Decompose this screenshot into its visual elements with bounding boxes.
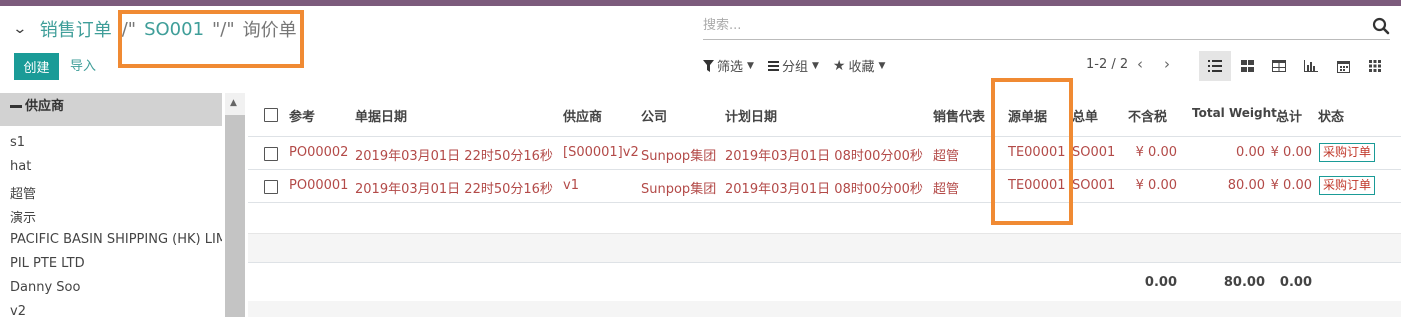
pager-next-button[interactable]: › bbox=[1164, 55, 1170, 73]
caret-down-icon: ▼ bbox=[747, 60, 754, 71]
sidebar-item[interactable]: 超管 bbox=[10, 183, 222, 202]
row-checkbox[interactable] bbox=[264, 180, 278, 194]
column-header[interactable]: 计划日期 bbox=[725, 106, 777, 125]
column-header[interactable]: Total Weight bbox=[1192, 106, 1277, 120]
favorites-menu[interactable]: ★ 收藏 ▼ bbox=[832, 56, 886, 76]
empty-row bbox=[248, 202, 1401, 233]
table-bottom bbox=[248, 301, 1401, 317]
column-header[interactable]: 状态 bbox=[1318, 106, 1344, 125]
select-all-checkbox[interactable] bbox=[264, 108, 278, 122]
cell-planned-date: 2019年03月01日 08时00分00秒 bbox=[725, 182, 923, 197]
cell-total: ¥ 0.00 bbox=[1270, 145, 1312, 160]
filter-icon bbox=[703, 59, 714, 72]
cell-ref: PO00001 bbox=[289, 178, 349, 193]
column-header[interactable]: 单据日期 bbox=[355, 106, 407, 125]
favorites-label: 收藏 bbox=[848, 60, 875, 75]
list-view-icon[interactable] bbox=[1199, 51, 1231, 81]
pager-previous-button[interactable]: ‹ bbox=[1137, 55, 1143, 73]
status-badge: 采购订单 bbox=[1319, 176, 1376, 195]
cell-company: Sunpop集团 bbox=[641, 149, 717, 164]
cell-vendor: [S00001]v2 bbox=[563, 145, 639, 160]
star-icon: ★ bbox=[832, 57, 846, 74]
cell-untaxed: ¥ 0.00 bbox=[1135, 178, 1177, 193]
sidebar-scrollbar-thumb[interactable] bbox=[225, 115, 245, 317]
cell-untaxed: ¥ 0.00 bbox=[1135, 145, 1177, 160]
sidebar-item[interactable]: s1 bbox=[10, 135, 222, 150]
sidebar-item[interactable]: PIL PTE LTD bbox=[10, 256, 222, 271]
column-header[interactable]: 公司 bbox=[641, 106, 667, 125]
kanban-view-icon[interactable] bbox=[1231, 51, 1263, 81]
footer-total-weight: 80.00 bbox=[1223, 275, 1265, 290]
column-header[interactable]: 总计 bbox=[1276, 106, 1302, 125]
row-checkbox[interactable] bbox=[264, 147, 278, 161]
bars-icon bbox=[767, 60, 779, 71]
highlight-box-source-doc bbox=[991, 78, 1073, 225]
minus-icon bbox=[10, 105, 22, 108]
list-table: 参考 单据日期 供应商 公司 计划日期 销售代表 源单据 总单 不含税 Tota… bbox=[248, 96, 1401, 317]
sidebar-item[interactable]: PACIFIC BASIN SHIPPING (HK) LIMITED bbox=[10, 232, 222, 247]
pivot-view-icon[interactable] bbox=[1263, 51, 1295, 81]
table-row[interactable]: PO00001 2019年03月01日 22时50分16秒 v1 Sunpop集… bbox=[248, 169, 1401, 202]
caret-down-icon: ▼ bbox=[878, 60, 886, 71]
scroll-up-icon[interactable]: ▲ bbox=[230, 98, 237, 108]
column-header[interactable]: 参考 bbox=[289, 106, 315, 125]
cell-total: ¥ 0.00 bbox=[1270, 178, 1312, 193]
column-header[interactable]: 供应商 bbox=[563, 106, 602, 125]
cell-ref: PO00002 bbox=[289, 145, 349, 160]
view-switcher bbox=[1199, 51, 1391, 81]
search-options: 筛选 ▼ 分组 ▼ ★ 收藏 ▼ bbox=[703, 56, 885, 75]
caret-down-icon: ▼ bbox=[811, 60, 819, 71]
import-button[interactable]: 导入 bbox=[70, 53, 96, 80]
sidebar-item[interactable]: Danny Soo bbox=[10, 280, 222, 295]
cell-vendor: v1 bbox=[563, 178, 579, 193]
group-by-label: 分组 bbox=[781, 60, 808, 75]
chevron-down-icon[interactable]: ⌄ bbox=[12, 21, 27, 37]
pager-value[interactable]: 1-2 / 2 bbox=[1086, 57, 1128, 72]
group-by-menu[interactable]: 分组 ▼ bbox=[767, 56, 819, 75]
search-icon[interactable] bbox=[1372, 17, 1390, 35]
create-button[interactable]: 创建 bbox=[14, 53, 59, 80]
grid-view-icon[interactable] bbox=[1359, 51, 1391, 81]
status-badge: 采购订单 bbox=[1319, 143, 1376, 162]
column-header[interactable]: 销售代表 bbox=[933, 106, 985, 125]
cell-date: 2019年03月01日 22时50分16秒 bbox=[355, 149, 553, 164]
sidebar-item[interactable]: hat bbox=[10, 159, 222, 174]
empty-row bbox=[248, 233, 1401, 263]
column-header[interactable]: 不含税 bbox=[1128, 106, 1167, 125]
highlight-box-breadcrumb bbox=[118, 10, 304, 68]
cell-planned-date: 2019年03月01日 08时00分00秒 bbox=[725, 149, 923, 164]
vendor-sidebar: 供应商 ▲ s1 hat 超管 演示 PACIFIC BASIN SHIPPIN… bbox=[0, 93, 246, 319]
column-header[interactable]: 总单 bbox=[1072, 106, 1098, 125]
cell-origin: SO001 bbox=[1072, 145, 1116, 160]
top-navbar bbox=[0, 0, 1401, 6]
breadcrumb-root[interactable]: 销售订单 bbox=[40, 16, 112, 42]
cell-total-weight: 0.00 bbox=[1236, 145, 1265, 160]
sidebar-item[interactable]: 演示 bbox=[10, 207, 222, 226]
sidebar-header[interactable]: 供应商 bbox=[0, 93, 222, 126]
calendar-view-icon[interactable] bbox=[1327, 51, 1359, 81]
cell-origin: SO001 bbox=[1072, 178, 1116, 193]
cell-company: Sunpop集团 bbox=[641, 182, 717, 197]
filter-label: 筛选 bbox=[717, 60, 744, 75]
table-row[interactable]: PO00002 2019年03月01日 22时50分16秒 [S00001]v2… bbox=[248, 136, 1401, 169]
footer-total: 0.00 bbox=[1279, 275, 1312, 290]
footer-untaxed: 0.00 bbox=[1144, 275, 1177, 290]
search-input[interactable] bbox=[703, 13, 1343, 37]
cell-sales-rep: 超管 bbox=[933, 149, 960, 164]
cell-total-weight: 80.00 bbox=[1227, 178, 1265, 193]
sidebar-header-label: 供应商 bbox=[25, 99, 65, 114]
cell-date: 2019年03月01日 22时50分16秒 bbox=[355, 182, 553, 197]
filter-menu[interactable]: 筛选 ▼ bbox=[703, 56, 754, 75]
cell-sales-rep: 超管 bbox=[933, 182, 960, 197]
search-bar bbox=[703, 13, 1390, 40]
graph-view-icon[interactable] bbox=[1295, 51, 1327, 81]
